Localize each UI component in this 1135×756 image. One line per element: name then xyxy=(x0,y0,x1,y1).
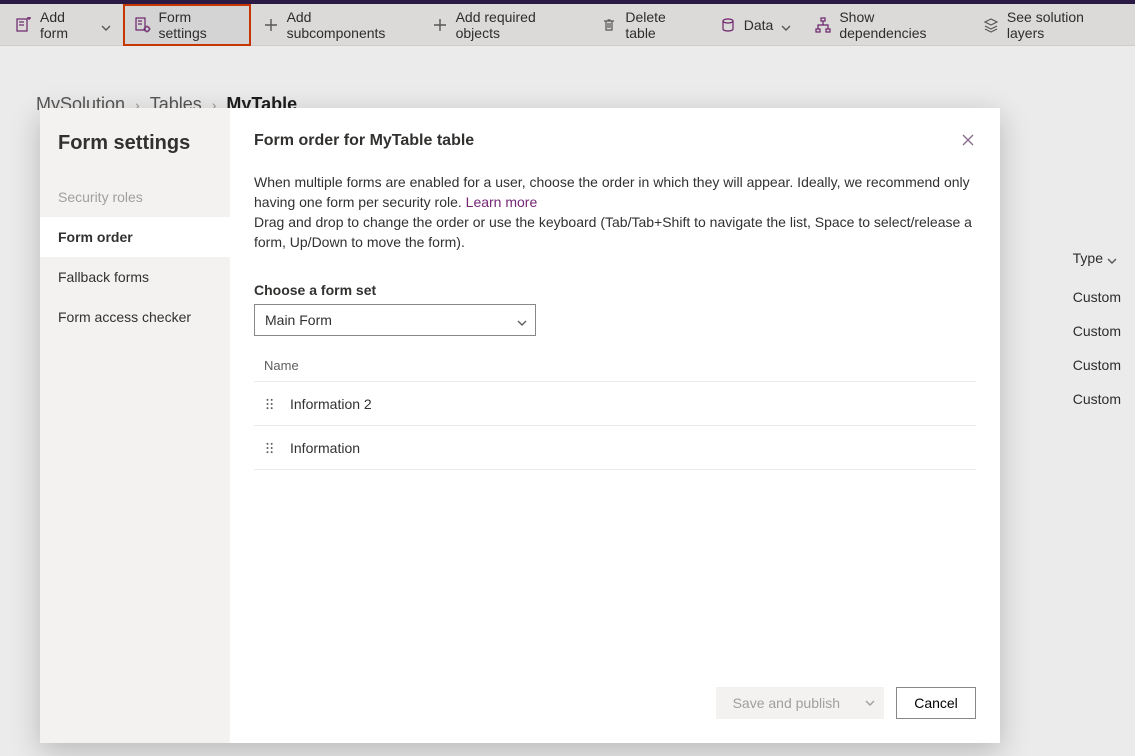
form-set-value: Main Form xyxy=(265,312,332,328)
delete-table-label: Delete table xyxy=(625,9,695,41)
dialog-desc-2: Drag and drop to change the order or use… xyxy=(254,214,972,250)
chevron-down-icon xyxy=(781,20,791,30)
chevron-down-icon xyxy=(517,315,527,325)
drag-handle-icon[interactable] xyxy=(264,440,276,456)
type-column-values: Custom Custom Custom Custom xyxy=(1035,280,1135,416)
save-publish-split-button: Save and publish xyxy=(716,687,884,719)
see-solution-layers-label: See solution layers xyxy=(1007,9,1119,41)
add-form-label: Add form xyxy=(40,9,93,41)
layers-icon xyxy=(983,17,999,33)
form-settings-dialog: Form settings Security roles Form order … xyxy=(40,108,1000,743)
type-cell: Custom xyxy=(1035,280,1135,314)
dialog-description: When multiple forms are enabled for a us… xyxy=(254,172,974,252)
form-row-name: Information 2 xyxy=(290,396,372,412)
form-set-dropdown[interactable]: Main Form xyxy=(254,304,536,336)
type-cell: Custom xyxy=(1035,382,1135,416)
nav-form-access-checker[interactable]: Form access checker xyxy=(40,297,230,337)
form-row[interactable]: Information xyxy=(254,426,976,470)
form-row[interactable]: Information 2 xyxy=(254,382,976,426)
add-form-button[interactable]: Add form xyxy=(4,4,123,46)
form-row-name: Information xyxy=(290,440,360,456)
form-order-list: Name Information 2 Information xyxy=(254,350,976,470)
dialog-title: Form order for MyTable table xyxy=(254,132,976,150)
dialog-footer: Save and publish Cancel xyxy=(254,679,976,743)
add-required-objects-label: Add required objects xyxy=(456,9,578,41)
learn-more-link[interactable]: Learn more xyxy=(466,194,538,210)
dialog-sidebar: Form settings Security roles Form order … xyxy=(40,108,230,743)
trash-icon xyxy=(601,17,617,33)
plus-icon xyxy=(432,17,448,33)
dialog-content: Form order for MyTable table When multip… xyxy=(230,108,1000,743)
type-header-label: Type xyxy=(1073,250,1103,266)
data-label: Data xyxy=(744,17,774,33)
database-icon xyxy=(720,17,736,33)
delete-table-button[interactable]: Delete table xyxy=(589,4,707,46)
dialog-desc-1: When multiple forms are enabled for a us… xyxy=(254,174,970,210)
cancel-button[interactable]: Cancel xyxy=(896,687,976,719)
command-bar: Add form Form settings Add subcomponents… xyxy=(0,4,1135,46)
data-button[interactable]: Data xyxy=(708,4,804,46)
plus-icon xyxy=(263,17,279,33)
form-settings-button[interactable]: Form settings xyxy=(123,4,251,46)
form-add-icon xyxy=(16,17,32,33)
add-subcomponents-button[interactable]: Add subcomponents xyxy=(251,4,420,46)
nav-security-roles[interactable]: Security roles xyxy=(40,177,230,217)
see-solution-layers-button[interactable]: See solution layers xyxy=(971,4,1131,46)
form-settings-label: Form settings xyxy=(159,9,239,41)
close-button[interactable] xyxy=(952,124,984,156)
save-and-publish-button[interactable]: Save and publish xyxy=(716,687,856,719)
nav-fallback-forms[interactable]: Fallback forms xyxy=(40,257,230,297)
show-dependencies-button[interactable]: Show dependencies xyxy=(803,4,971,46)
nav-form-order[interactable]: Form order xyxy=(40,217,230,257)
type-cell: Custom xyxy=(1035,314,1135,348)
form-set-label: Choose a form set xyxy=(254,282,976,298)
column-header-type[interactable]: Type xyxy=(1063,244,1127,272)
show-dependencies-label: Show dependencies xyxy=(839,9,959,41)
chevron-down-icon xyxy=(101,20,111,30)
chevron-down-icon xyxy=(1107,253,1117,263)
dialog-sidebar-title: Form settings xyxy=(40,128,230,177)
type-cell: Custom xyxy=(1035,348,1135,382)
list-header-name: Name xyxy=(254,350,976,382)
add-required-objects-button[interactable]: Add required objects xyxy=(420,4,590,46)
drag-handle-icon[interactable] xyxy=(264,396,276,412)
save-split-chevron[interactable] xyxy=(856,687,884,719)
dependency-icon xyxy=(815,17,831,33)
add-subcomponents-label: Add subcomponents xyxy=(287,9,408,41)
form-gear-icon xyxy=(135,17,151,33)
